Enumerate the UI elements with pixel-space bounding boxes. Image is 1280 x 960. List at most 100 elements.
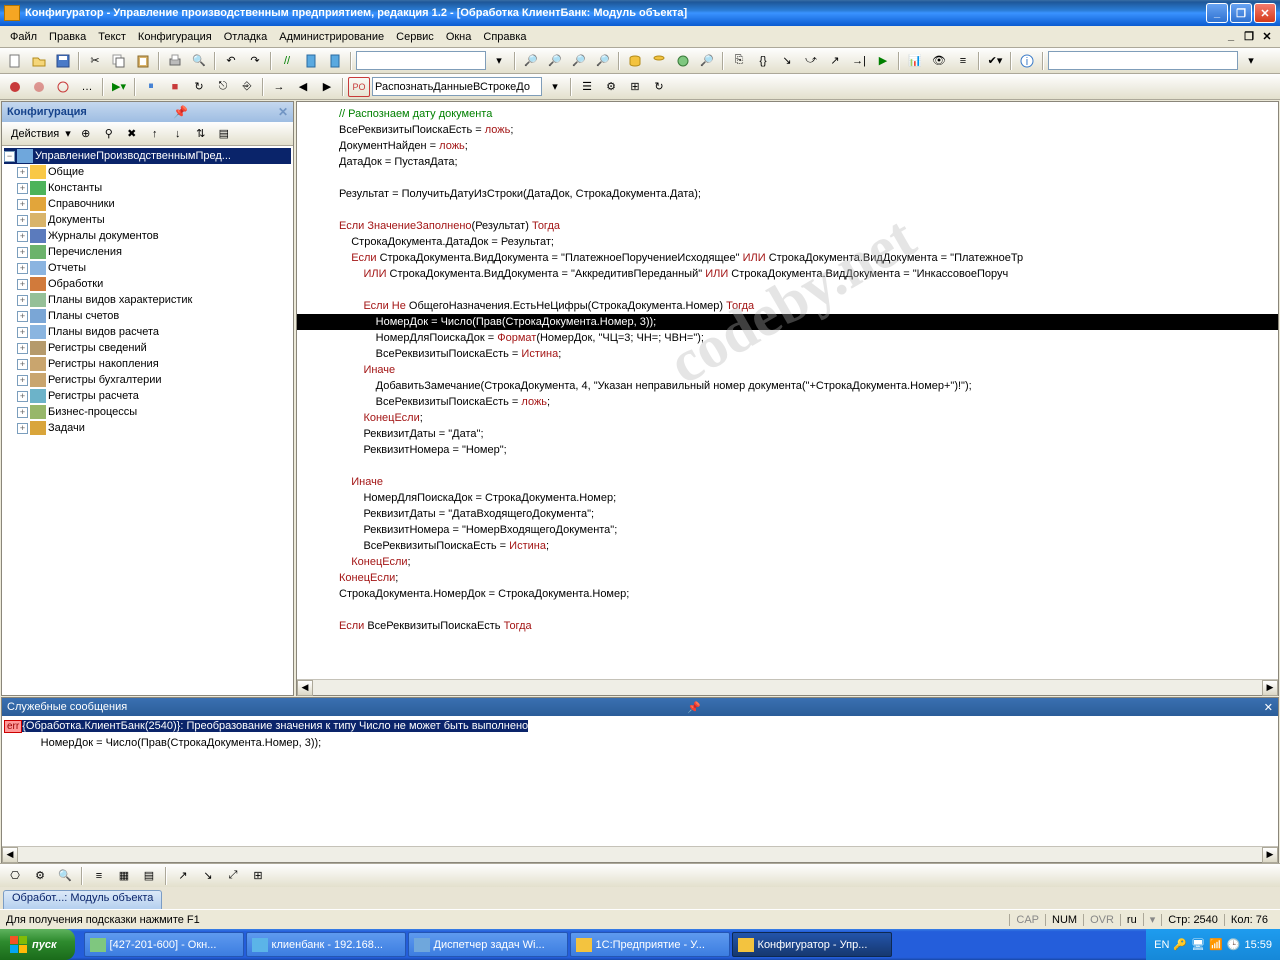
undo-icon[interactable]: ↶ xyxy=(220,51,242,71)
filter-icon[interactable]: ▤ xyxy=(213,124,235,144)
taskbar-item[interactable]: 1С:Предприятие - У... xyxy=(570,932,730,957)
help-icon[interactable]: i xyxy=(1016,51,1038,71)
stepover-icon[interactable]: ⤻ xyxy=(800,51,822,71)
po-icon[interactable]: PO xyxy=(348,77,370,97)
menu-text[interactable]: Текст xyxy=(92,29,132,45)
msg-scroll-right-icon[interactable]: ▶ xyxy=(1262,847,1278,863)
tree-item[interactable]: +Бизнес-процессы xyxy=(4,404,291,420)
tray-i1-icon[interactable]: 🔑 xyxy=(1173,938,1187,951)
expand-icon[interactable]: + xyxy=(17,311,28,322)
stack-icon[interactable]: ≡ xyxy=(952,51,974,71)
tree-item[interactable]: +Перечисления xyxy=(4,244,291,260)
t2-icon[interactable]: ⎆ xyxy=(236,77,258,97)
ts1-icon[interactable]: ⎘ xyxy=(728,51,750,71)
watch-icon[interactable]: 👁 xyxy=(928,51,950,71)
tray-i4-icon[interactable]: 🕒 xyxy=(1227,938,1241,951)
module-icon[interactable]: ☰ xyxy=(576,77,598,97)
tree-item[interactable]: +Задачи xyxy=(4,420,291,436)
status-lang[interactable]: ru xyxy=(1120,914,1143,926)
a3-icon[interactable]: ✖ xyxy=(121,124,143,144)
menu-debug[interactable]: Отладка xyxy=(218,29,273,45)
tree-item[interactable]: +Отчеты xyxy=(4,260,291,276)
scroll-right-icon[interactable]: ▶ xyxy=(1262,680,1278,696)
find-input[interactable] xyxy=(356,51,486,70)
db-icon[interactable] xyxy=(624,51,646,71)
run-icon[interactable]: ▶ xyxy=(872,51,894,71)
menu-windows[interactable]: Окна xyxy=(440,29,478,45)
close-button[interactable]: ✕ xyxy=(1254,3,1276,23)
tree-item[interactable]: +Регистры накопления xyxy=(4,356,291,372)
menu-service[interactable]: Сервис xyxy=(390,29,440,45)
d8-icon[interactable]: ↘ xyxy=(197,866,219,886)
tree-item[interactable]: +Документы xyxy=(4,212,291,228)
new-icon[interactable] xyxy=(4,51,26,71)
scroll-left-icon[interactable]: ◀ xyxy=(297,680,313,696)
messages-pin-icon[interactable]: 📌 xyxy=(687,701,704,714)
tree-icon[interactable]: ⊞ xyxy=(624,77,646,97)
h-scrollbar[interactable]: ◀ ▶ xyxy=(297,679,1278,695)
down-icon[interactable]: ↓ xyxy=(167,124,189,144)
menu-file[interactable]: Файл xyxy=(4,29,43,45)
d2-icon[interactable]: ⚙ xyxy=(29,866,51,886)
prev-icon[interactable]: ◀ xyxy=(292,77,314,97)
taskbar-item[interactable]: Диспетчер задач Wi... xyxy=(408,932,568,957)
maximize-button[interactable]: ❐ xyxy=(1230,3,1252,23)
menu-edit[interactable]: Правка xyxy=(43,29,92,45)
mdi-minimize-icon[interactable]: _ xyxy=(1223,30,1239,44)
taskbar-item[interactable]: клиенбанк - 192.168... xyxy=(246,932,406,957)
messages-body[interactable]: err{Обработка.КлиентБанк(2540)}: Преобра… xyxy=(2,716,1278,846)
tree-item[interactable]: +Планы видов расчета xyxy=(4,324,291,340)
tray-time[interactable]: 15:59 xyxy=(1244,939,1272,951)
tree-item[interactable]: +Регистры расчета xyxy=(4,388,291,404)
expand-icon[interactable]: + xyxy=(17,375,28,386)
code-editor[interactable]: codeby.net // Распознаем дату документа … xyxy=(296,101,1279,696)
paste-icon[interactable] xyxy=(132,51,154,71)
a2-icon[interactable]: ⚲ xyxy=(98,124,120,144)
next-icon[interactable]: ▶ xyxy=(316,77,338,97)
tab-module[interactable]: Обработ...: Модуль объекта xyxy=(3,890,162,909)
save-icon[interactable] xyxy=(52,51,74,71)
dropdown2-icon[interactable]: ▾ xyxy=(1240,51,1262,71)
brklist-icon[interactable]: … xyxy=(76,77,98,97)
cut-icon[interactable]: ✂ xyxy=(84,51,106,71)
tree-item[interactable]: +Константы xyxy=(4,180,291,196)
close-panel-icon[interactable]: ✕ xyxy=(275,105,288,119)
mdi-restore-icon[interactable]: ❐ xyxy=(1241,30,1257,44)
msg-scrollbar[interactable]: ◀ ▶ xyxy=(2,846,1278,862)
brk2-icon[interactable] xyxy=(28,77,50,97)
ts2-icon[interactable]: {} xyxy=(752,51,774,71)
tree-item[interactable]: +Планы видов характеристик xyxy=(4,292,291,308)
expand-icon[interactable]: + xyxy=(17,295,28,306)
tree-item[interactable]: +Регистры сведений xyxy=(4,340,291,356)
gotoline-icon[interactable]: → xyxy=(268,77,290,97)
expand-icon[interactable]: + xyxy=(17,167,28,178)
taskbar-item[interactable]: [427-201-600] - Окн... xyxy=(84,932,244,957)
t1-icon[interactable]: ⎋ xyxy=(212,77,234,97)
expand-icon[interactable]: + xyxy=(17,263,28,274)
bookmark-next-icon[interactable] xyxy=(324,51,346,71)
expand-icon[interactable]: + xyxy=(17,423,28,434)
dropdown-icon[interactable]: ▾ xyxy=(488,51,510,71)
menu-admin[interactable]: Администрирование xyxy=(273,29,390,45)
open-icon[interactable] xyxy=(28,51,50,71)
d4-icon[interactable]: ≡ xyxy=(88,866,110,886)
bookmark-icon[interactable] xyxy=(300,51,322,71)
proc-combo[interactable] xyxy=(372,77,542,96)
expand-icon[interactable]: + xyxy=(17,247,28,258)
tray-lang[interactable]: EN xyxy=(1154,939,1169,951)
find-prev-icon[interactable]: 🔎 xyxy=(544,51,566,71)
search2-input[interactable] xyxy=(1048,51,1238,70)
pin-icon[interactable]: 📌 xyxy=(173,105,188,119)
d5-icon[interactable]: ▦ xyxy=(113,866,135,886)
tree-item[interactable]: +Планы счетов xyxy=(4,308,291,324)
db2-icon[interactable] xyxy=(648,51,670,71)
expand-icon[interactable]: + xyxy=(17,327,28,338)
expand-icon[interactable]: + xyxy=(17,215,28,226)
globe-icon[interactable] xyxy=(672,51,694,71)
d6-icon[interactable]: ▤ xyxy=(138,866,160,886)
syntaxcheck-icon[interactable]: ✔▾ xyxy=(984,51,1006,71)
systray[interactable]: EN 🔑 🖥 📶 🕒 15:59 xyxy=(1146,929,1280,960)
tree-root[interactable]: − УправлениеПроизводственнымПред... xyxy=(4,148,291,164)
config-tree[interactable]: − УправлениеПроизводственнымПред... +Общ… xyxy=(2,146,293,695)
search-icon[interactable]: 🔎 xyxy=(696,51,718,71)
